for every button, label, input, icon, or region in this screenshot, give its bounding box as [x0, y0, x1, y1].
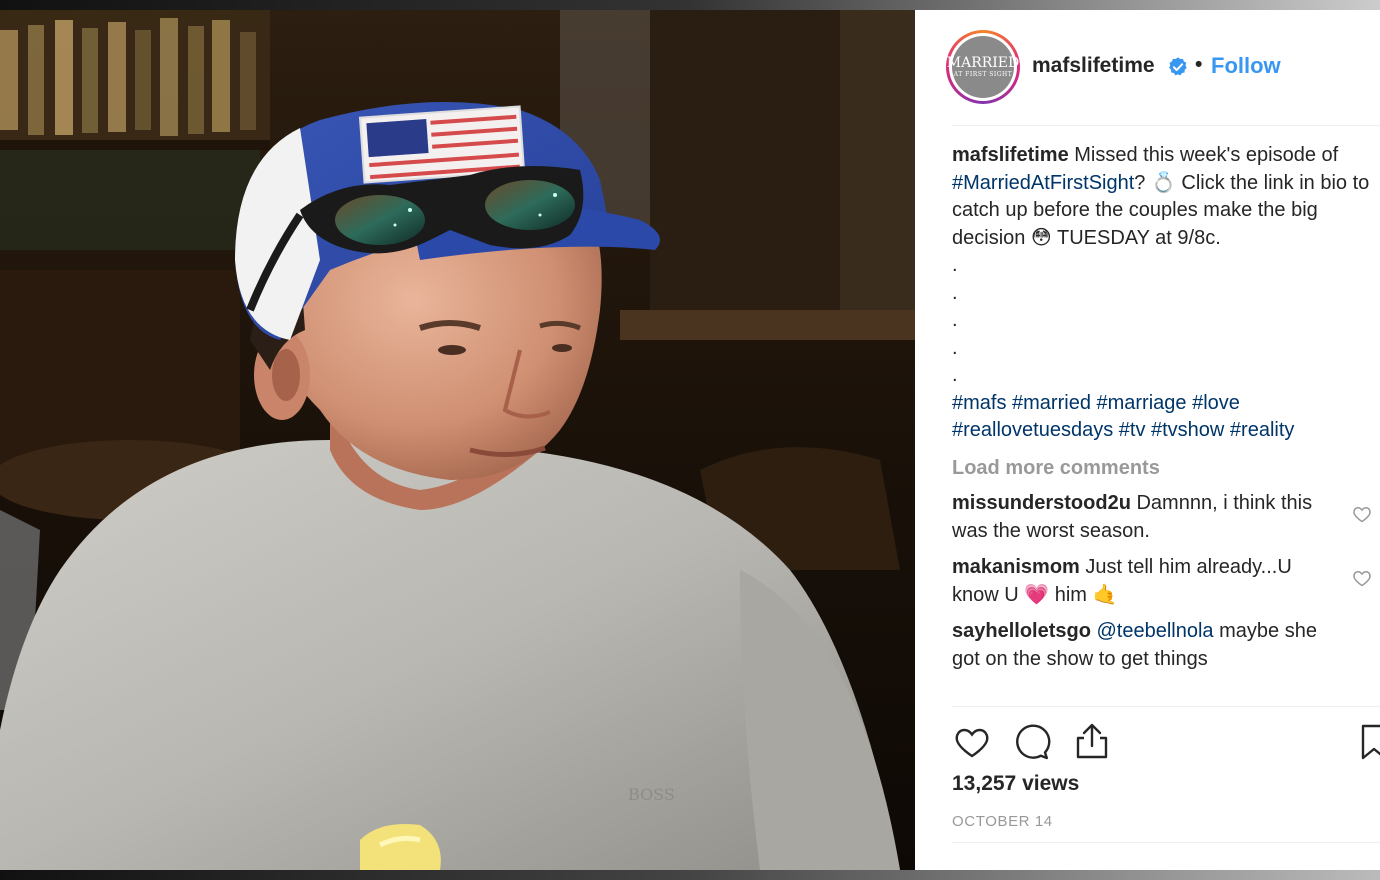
caption-hashtags-line1[interactable]: #mafs #married #marriage #love: [952, 390, 1372, 418]
load-more-comments-button[interactable]: Load more comments: [952, 455, 1372, 483]
action-bar: [952, 722, 1380, 770]
header-username-link[interactable]: mafslifetime: [1032, 54, 1155, 78]
caption-dots: . . . . .: [952, 252, 1372, 390]
caption-hashtag-link[interactable]: #MarriedAtFirstSight: [952, 172, 1134, 194]
bottom-letterbox: [0, 870, 1380, 880]
follow-button[interactable]: Follow: [1211, 53, 1281, 79]
caption-text-1: Missed this week's episode of: [1068, 144, 1339, 166]
caption-dot: .: [952, 309, 958, 331]
avatar-logo-line2: AT FIRST SIGHT: [953, 71, 1013, 78]
comment-mention-link[interactable]: @teebellnola: [1097, 620, 1214, 642]
comment-item: makanismom Just tell him already...U kno…: [952, 554, 1372, 609]
caption-dot: .: [952, 281, 958, 304]
comment-username-link[interactable]: sayhelloletsgo: [952, 620, 1091, 642]
view-count[interactable]: 13,257 views: [952, 772, 1079, 796]
profile-avatar[interactable]: MARRIED AT FIRST SIGHT: [946, 30, 1020, 104]
bookmark-icon[interactable]: [1360, 722, 1380, 762]
caption-username-link[interactable]: mafslifetime: [952, 144, 1069, 166]
caption-dot: .: [952, 336, 958, 359]
comment-like-heart-icon[interactable]: [1352, 568, 1372, 588]
comments-divider: [952, 706, 1380, 707]
caption-dot: .: [952, 364, 958, 386]
top-letterbox: [0, 0, 1380, 10]
avatar-logo-line1: MARRIED: [946, 55, 1020, 71]
header-separator: •: [1195, 53, 1203, 76]
photo-illustration: BOSS: [0, 10, 915, 870]
comment-like-heart-icon[interactable]: [1352, 504, 1372, 524]
comment-icon[interactable]: [1012, 722, 1052, 762]
comment-item: sayhelloletsgo @teebellnola maybe she go…: [952, 618, 1372, 673]
caption-dot: .: [952, 254, 958, 276]
verified-badge-icon: [1169, 57, 1187, 76]
footer-divider: [952, 842, 1380, 843]
share-icon[interactable]: [1072, 722, 1112, 762]
heart-icon[interactable]: [952, 722, 992, 762]
comment-username-link[interactable]: missunderstood2u: [952, 492, 1131, 514]
header-divider: [952, 125, 1380, 126]
post-date[interactable]: OCTOBER 14: [952, 813, 1053, 830]
post-photo[interactable]: BOSS: [0, 10, 915, 870]
comment-username-link[interactable]: makanismom: [952, 556, 1080, 578]
post-sidebar: MARRIED AT FIRST SIGHT mafslifetime • Fo…: [915, 10, 1380, 870]
caption-hashtags-line2[interactable]: #reallovetuesdays #tv #tvshow #reality: [952, 417, 1372, 445]
caption: mafslifetime Missed this week's episode …: [952, 142, 1372, 252]
shirt-logo: BOSS: [628, 785, 675, 804]
comment-item: missunderstood2u Damnnn, i think this wa…: [952, 490, 1372, 545]
post-header: MARRIED AT FIRST SIGHT mafslifetime • Fo…: [915, 10, 1380, 125]
comments-section[interactable]: mafslifetime Missed this week's episode …: [952, 142, 1372, 707]
